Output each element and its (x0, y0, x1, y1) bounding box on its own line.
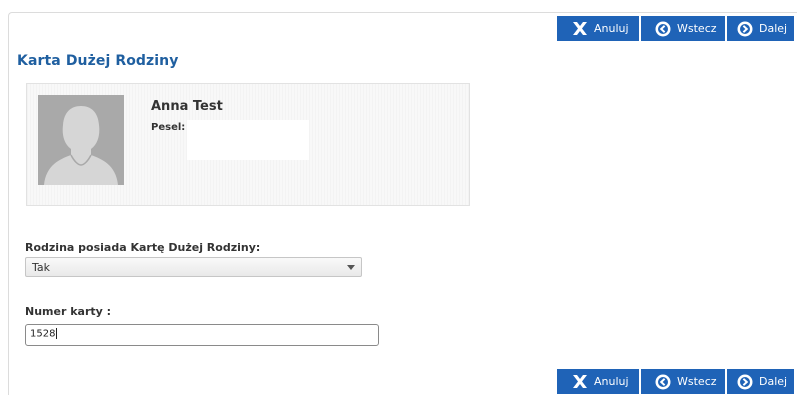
next-label: Dalej (759, 22, 788, 35)
user-silhouette-icon (38, 95, 124, 185)
back-label: Wstecz (677, 375, 717, 388)
cancel-label: Anuluj (594, 22, 629, 35)
next-button[interactable]: Dalej (727, 16, 794, 41)
bottom-toolbar: Anuluj Wstecz Dalej (557, 369, 794, 394)
arrow-right-circle-icon (737, 21, 753, 37)
card-number-label: Numer karty : (25, 305, 112, 318)
chevron-down-icon (347, 265, 355, 270)
avatar (38, 95, 124, 185)
page-title: Karta Dużej Rodziny (17, 53, 179, 69)
close-icon (572, 22, 588, 35)
family-card-select[interactable]: Tak (25, 257, 362, 277)
pesel-label: Pesel: (151, 122, 186, 133)
cancel-button-bottom[interactable]: Anuluj (557, 369, 639, 394)
family-card-label: Rodzina posiada Kartę Dużej Rodziny: (25, 241, 261, 254)
next-label: Dalej (759, 375, 788, 388)
card-number-value: 1528 (30, 328, 56, 340)
text-cursor (56, 328, 58, 339)
person-name: Anna Test (151, 99, 223, 114)
cancel-button[interactable]: Anuluj (557, 16, 639, 41)
person-card: Anna Test Pesel: (26, 83, 470, 206)
back-label: Wstecz (677, 22, 717, 35)
back-button[interactable]: Wstecz (641, 16, 725, 41)
back-button-bottom[interactable]: Wstecz (641, 369, 725, 394)
arrow-left-circle-icon (655, 21, 671, 37)
next-button-bottom[interactable]: Dalej (727, 369, 794, 394)
card-number-input[interactable]: 1528 (25, 324, 379, 346)
family-card-selected-value: Tak (32, 261, 51, 274)
arrow-right-circle-icon (737, 374, 753, 390)
top-toolbar: Anuluj Wstecz Dalej (557, 16, 794, 41)
close-icon (572, 375, 588, 388)
pesel-value (187, 120, 309, 160)
arrow-left-circle-icon (655, 374, 671, 390)
cancel-label: Anuluj (594, 375, 629, 388)
